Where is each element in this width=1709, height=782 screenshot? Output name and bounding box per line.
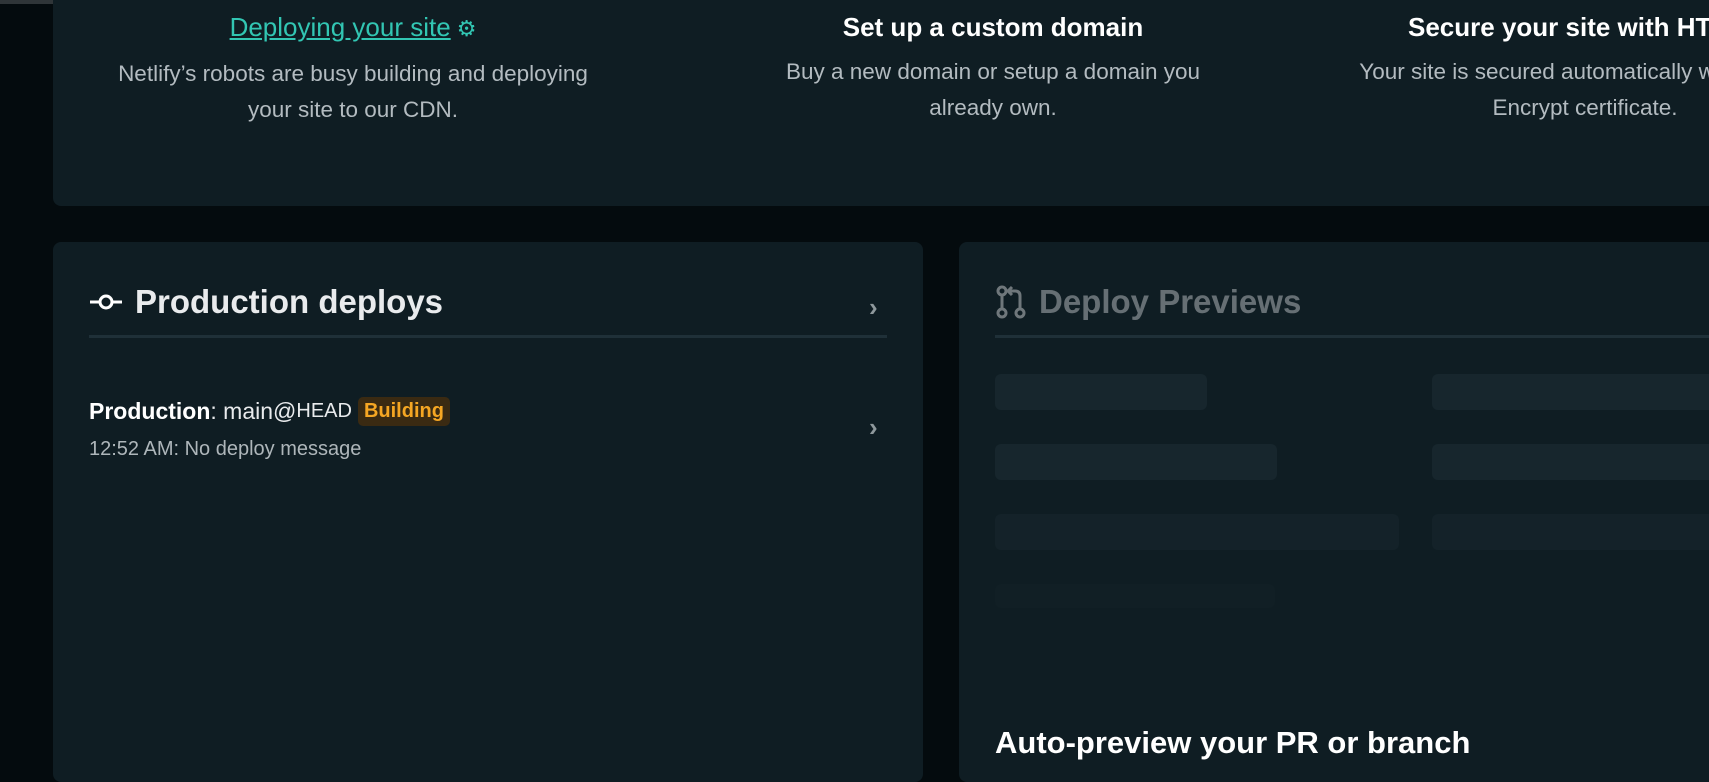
deploy-context: Production [89,398,211,424]
deploy-summary: Production: main@ HEAD Building [89,397,450,426]
step-title: Secure your site with HTTPS [1408,12,1709,42]
step-desc-line: already own. [929,95,1057,120]
step-deploying: Deploying your site ⚙ Netlify’s robots ar… [53,10,653,128]
status-badge: Building [357,397,450,426]
divider [995,335,1709,338]
deploy-separator: : [210,398,217,424]
skeleton-placeholder [995,374,1207,410]
deploy-message: 12:52 AM: No deploy message [89,438,362,460]
production-deploys-title: Production deploys [135,283,444,320]
deploy-list-item[interactable]: Production: main@ HEAD Building 12:52 AM:… [89,397,450,461]
skeleton-placeholder [1432,444,1709,480]
skeleton-placeholder [1432,374,1709,410]
deploy-head: HEAD [296,400,352,422]
deploy-previews-card: Deploy Previews Auto-preview your PR or … [959,242,1709,782]
step-https[interactable]: Secure your site with HTTPS Your site is… [1285,10,1709,126]
chevron-right-icon[interactable]: › [869,292,878,323]
production-deploys-header[interactable]: Production deploys [89,280,443,324]
step-description: Buy a new domain or setup a domain you a… [693,54,1293,126]
skeleton-placeholder [1432,514,1709,550]
skeleton-placeholder [995,444,1277,480]
step-desc-line: your site to our CDN. [247,97,459,122]
step-desc-line: Buy a new domain or setup a domain you [786,59,1200,84]
chevron-right-icon[interactable]: › [869,412,878,443]
deploy-ref: main@ [223,398,297,424]
skeleton-placeholder [995,584,1275,608]
deploying-site-link[interactable]: Deploying your site [230,12,451,42]
step-desc-line: Netlify’s robots are busy building and d… [118,61,588,86]
step-custom-domain[interactable]: Set up a custom domain Buy a new domain … [693,10,1293,126]
step-desc-line: Your site is secured automatically with … [1359,59,1709,84]
commit-icon [89,291,123,313]
step-desc-line: Encrypt certificate. [1492,95,1678,120]
pull-request-icon [995,284,1027,320]
skeleton-placeholder [995,514,1399,550]
auto-preview-heading: Auto-preview your PR or branch [995,725,1471,760]
divider [89,335,887,338]
step-title: Set up a custom domain [842,12,1144,42]
production-deploys-card: Production deploys › Production: main@ HE… [53,242,923,782]
gear-icon: ⚙ [456,16,477,41]
step-title: Deploying your site ⚙ [53,10,653,46]
deploy-previews-header[interactable]: Deploy Previews [995,280,1301,324]
step-description: Your site is secured automatically with … [1285,54,1709,126]
deploy-previews-title: Deploy Previews [1039,283,1302,320]
step-description: Netlify’s robots are busy building and d… [53,56,653,128]
onboarding-steps-card: Deploying your site ⚙ Netlify’s robots ar… [53,0,1709,206]
